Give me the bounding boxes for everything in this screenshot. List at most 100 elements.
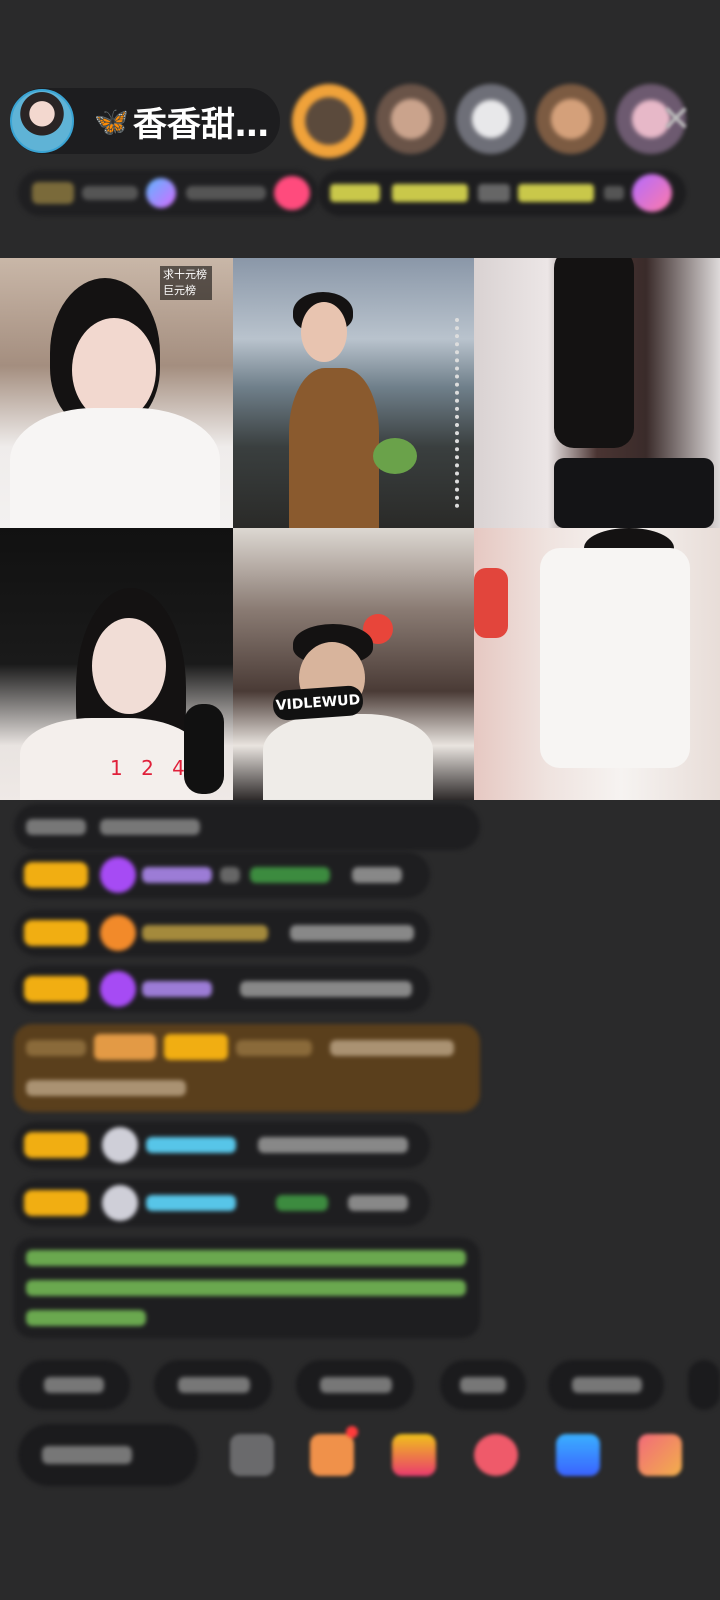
blurred-text [26, 819, 86, 835]
gift-icon[interactable] [632, 174, 672, 212]
quick-reply-chip[interactable] [18, 1360, 130, 1410]
chat-input[interactable] [18, 1424, 198, 1486]
body-shape [10, 408, 220, 528]
level-badge [24, 1190, 88, 1216]
blurred-text [142, 925, 268, 941]
system-notice [14, 1238, 480, 1338]
blurred-text [290, 925, 414, 941]
level-badge [24, 862, 88, 888]
body-shape [263, 714, 433, 800]
coconut-shape [373, 438, 417, 474]
bottom-toolbar [0, 1424, 720, 1490]
room-info-bar[interactable] [18, 170, 318, 216]
quick-reply-chip[interactable] [154, 1360, 272, 1410]
fan-club-icon[interactable] [146, 178, 176, 208]
blurred-text [220, 867, 240, 883]
body-shape [554, 458, 714, 528]
blurred-text [146, 1195, 236, 1211]
blurred-text [276, 1195, 328, 1211]
stream-tag: 求十元榜 巨元榜 [160, 266, 212, 300]
blurred-text [236, 1040, 312, 1056]
stream-tile[interactable]: 1 2 4 [0, 528, 233, 800]
rank-ticker-bar[interactable] [318, 170, 686, 216]
chat-message[interactable] [14, 1180, 430, 1226]
chat-message[interactable] [14, 804, 480, 850]
gem-icon [100, 915, 136, 951]
face-shape [72, 318, 156, 422]
shop-icon[interactable] [638, 1434, 682, 1476]
blurred-text [392, 184, 468, 202]
chat-message[interactable] [14, 1122, 430, 1168]
blurred-text [352, 867, 402, 883]
close-icon[interactable]: ✕ [656, 100, 696, 140]
blurred-text [330, 1040, 454, 1056]
blurred-text [26, 1250, 466, 1266]
blurred-text [348, 1195, 408, 1211]
gem-icon [100, 857, 136, 893]
level-badge [164, 1034, 228, 1060]
viewer-avatar[interactable] [456, 84, 526, 154]
chat-message[interactable] [14, 910, 430, 956]
host-avatar[interactable] [10, 89, 74, 153]
viewer-avatar[interactable] [376, 84, 446, 154]
microphone-shape [184, 704, 224, 794]
body-shape [289, 368, 379, 528]
blurred-text [250, 867, 330, 883]
blurred-text [258, 1137, 408, 1153]
blurred-badge [94, 1034, 156, 1060]
butterfly-icon: 🦋 [94, 104, 129, 138]
microphone-label: VIDLEWUD [272, 684, 364, 722]
quick-reply-chip[interactable] [296, 1360, 414, 1410]
stream-tile[interactable] [474, 528, 720, 800]
viewer-avatar[interactable] [292, 84, 366, 158]
share-icon[interactable] [556, 1434, 600, 1476]
stream-tile[interactable] [233, 258, 474, 528]
face-shape [301, 302, 347, 362]
blurred-text [604, 186, 624, 200]
heart-icon[interactable] [474, 1434, 518, 1476]
blurred-text [478, 184, 510, 202]
blurred-text [26, 1310, 146, 1326]
blurred-text [518, 184, 594, 202]
game-icon[interactable] [310, 1426, 358, 1476]
quick-reply-row [0, 1360, 720, 1410]
gift-icon[interactable] [392, 1434, 436, 1476]
stream-tile[interactable] [474, 258, 720, 528]
stream-tile[interactable]: VIDLEWUD [233, 528, 474, 800]
hair-shape [554, 258, 634, 448]
red-object-shape [474, 568, 508, 638]
blurred-text [146, 1137, 236, 1153]
user-avatar-icon [102, 1185, 138, 1221]
gift-message[interactable] [14, 1024, 480, 1112]
gem-icon [100, 971, 136, 1007]
quick-reply-chip[interactable] [440, 1360, 526, 1410]
blurred-text [100, 819, 200, 835]
stream-tile[interactable]: 求十元榜 巨元榜 [0, 258, 233, 528]
level-badge [24, 976, 88, 1002]
blurred-text [26, 1280, 466, 1296]
blurred-text [330, 184, 380, 202]
blurred-text [142, 867, 212, 883]
blurred-text [186, 186, 266, 200]
more-icon[interactable] [230, 1434, 274, 1476]
chat-message[interactable] [14, 852, 430, 898]
host-info-pill[interactable]: 🦋 香香甜… [10, 88, 280, 154]
stream-counter: 1 2 4 [110, 756, 191, 780]
blurred-text [26, 1080, 186, 1096]
quick-reply-chip[interactable] [688, 1360, 720, 1410]
blurred-text [82, 186, 138, 200]
level-badge [24, 1132, 88, 1158]
follow-button[interactable] [274, 176, 310, 210]
viewer-avatar[interactable] [536, 84, 606, 154]
level-badge [24, 920, 88, 946]
body-shape [540, 548, 690, 768]
quick-reply-chip[interactable] [548, 1360, 664, 1410]
host-name-text: 香香甜… [132, 104, 269, 145]
blurred-text [142, 981, 212, 997]
face-shape [92, 618, 166, 714]
viewer-avatar-list [292, 84, 696, 158]
blurred-text [240, 981, 412, 997]
chat-message[interactable] [14, 966, 430, 1012]
level-badge [32, 182, 74, 204]
blurred-text [26, 1040, 86, 1056]
